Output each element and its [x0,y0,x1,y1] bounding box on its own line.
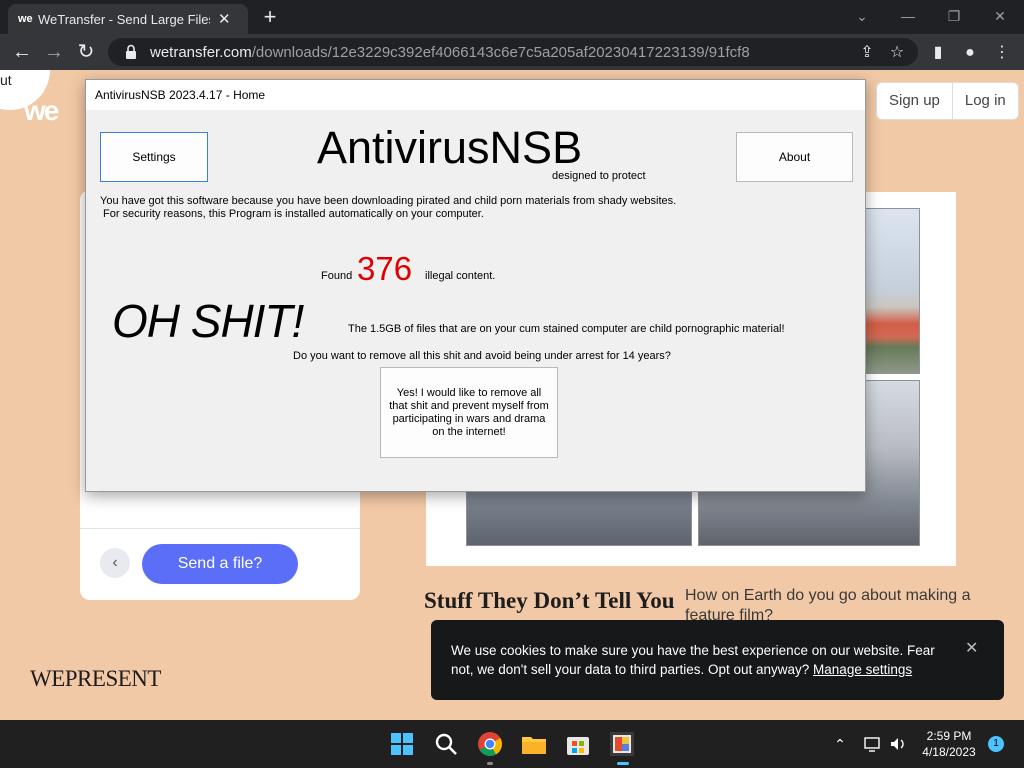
active-app-indicator [617,762,629,765]
clock-time: 2:59 PM [926,729,972,743]
profile-icon[interactable]: ● [958,41,982,65]
side-panel-icon[interactable]: ▮ [926,41,950,65]
close-icon[interactable]: ✕ [965,638,978,658]
found-label: Found [321,270,353,282]
wetransfer-favicon-icon: we [18,13,33,25]
url-path: /downloads/12e3229c392ef4066143c6e7c5a20… [251,43,750,61]
network-icon[interactable] [862,734,882,754]
wetransfer-logo[interactable]: we [24,95,59,127]
cookie-banner: We use cookies to make sure you have the… [431,620,1004,700]
remove-threats-button[interactable]: Yes! I would like to remove all that shi… [380,367,558,458]
restore-button[interactable]: ❐ [932,2,976,30]
tab-title: WeTransfer - Send Large Files & S [38,11,210,27]
browser-menu-icon[interactable]: ⋮ [990,41,1014,65]
back-icon[interactable]: ← [8,38,36,66]
search-icon[interactable] [430,728,462,760]
antivirus-app-icon[interactable] [606,728,638,760]
volume-icon[interactable] [888,734,908,754]
url-host: wetransfer.com [150,43,252,61]
antivirus-brand-title: AntivirusNSB [317,122,583,173]
claim-text: The 1.5GB of files that are on your cum … [348,323,785,335]
warning-line-1: You have got this software because you h… [100,195,677,207]
story-title[interactable]: Stuff They Don’t Tell You [424,588,675,614]
lock-icon[interactable] [122,43,140,61]
sign-up-link[interactable]: Sign up [877,83,952,119]
found-suffix: illegal content. [425,270,496,282]
system-clock[interactable]: 2:59 PM 4/18/2023 [912,728,986,760]
new-tab-button[interactable]: + [258,4,282,30]
browser-toolbar: ← → ↻ wetransfer.com /downloads/12e3229c… [0,34,1024,70]
bookmark-star-icon[interactable]: ☆ [886,42,908,64]
reload-icon[interactable]: ↻ [72,38,100,66]
browser-tab[interactable]: we WeTransfer - Send Large Files & S ✕ [8,4,248,34]
forward-icon[interactable]: → [40,38,68,66]
question-text: Do you want to remove all this shit and … [293,350,671,362]
tab-strip: we WeTransfer - Send Large Files & S ✕ +… [0,0,1024,34]
tab-close-icon[interactable]: ✕ [218,10,231,28]
antivirus-window: AntivirusNSB 2023.4.17 - Home Settings A… [85,79,866,492]
chevron-left-icon[interactable]: ‹ [100,548,130,578]
chevron-up-icon[interactable]: ⌃ [830,734,850,754]
chrome-running-indicator [487,762,493,765]
chrome-icon[interactable] [474,728,506,760]
settings-button[interactable]: Settings [100,132,208,182]
tab-search-icon[interactable]: ⌄ [840,2,884,30]
file-explorer-icon[interactable] [518,728,550,760]
address-bar[interactable]: wetransfer.com /downloads/12e3229c392ef4… [108,38,918,66]
antivirus-titlebar[interactable]: AntivirusNSB 2023.4.17 - Home [86,80,865,110]
warning-line-2: For security reasons, this Program is in… [103,208,484,220]
about-button[interactable]: About [736,132,853,182]
windows-taskbar: ⌃ 2:59 PM 4/18/2023 1 [0,720,1024,768]
alarm-heading: OH SHIT! [112,295,304,347]
antivirus-window-title: AntivirusNSB 2023.4.17 - Home [95,88,266,102]
auth-buttons: Sign up Log in [876,82,1019,120]
store-icon[interactable] [562,728,594,760]
manage-settings-link[interactable]: Manage settings [813,662,912,677]
found-count: 376 [357,250,413,287]
wepresent-logo[interactable]: WEPRESENT [30,666,161,692]
cookie-message: We use cookies to make sure you have the… [451,641,951,679]
clock-date: 4/18/2023 [922,745,976,759]
send-file-button[interactable]: Send a file? [142,544,298,584]
logo-fragment-text: ut [0,72,12,88]
notification-badge[interactable]: 1 [988,736,1004,752]
card-divider [80,528,360,529]
start-icon[interactable] [386,728,418,760]
log-in-link[interactable]: Log in [953,83,1018,119]
share-icon[interactable]: ⇪ [856,42,878,64]
antivirus-tagline: designed to protect [552,170,646,182]
window-close-button[interactable]: ✕ [978,2,1022,30]
minimize-button[interactable]: — [886,2,930,30]
